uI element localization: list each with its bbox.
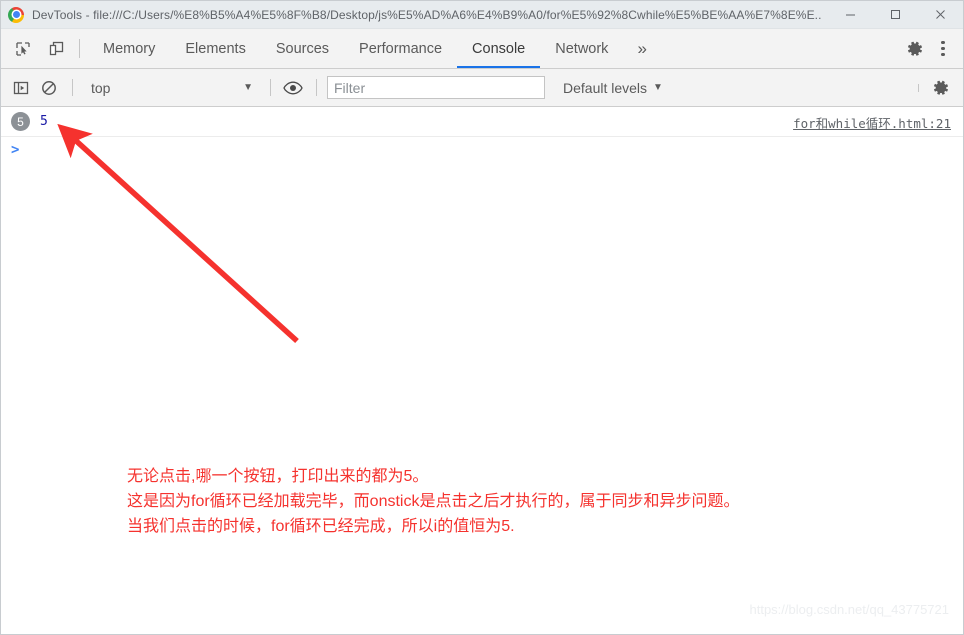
annotation-arrow-overlay bbox=[57, 123, 299, 344]
live-expressions-eye-icon[interactable] bbox=[279, 74, 307, 102]
tab-memory[interactable]: Memory bbox=[88, 29, 170, 68]
tab-label: Network bbox=[555, 40, 609, 57]
minimize-button[interactable] bbox=[828, 1, 873, 28]
window-controls bbox=[828, 1, 963, 28]
inspect-element-icon[interactable] bbox=[9, 35, 37, 63]
execution-context-select[interactable]: top ▼ bbox=[81, 76, 261, 100]
tab-label: Memory bbox=[103, 40, 156, 57]
console-toolbar-divider-4 bbox=[918, 83, 919, 92]
tab-performance[interactable]: Performance bbox=[344, 29, 457, 68]
clear-console-icon[interactable] bbox=[35, 74, 63, 102]
toolbar-divider bbox=[79, 39, 80, 58]
console-settings-gear-icon[interactable] bbox=[927, 74, 955, 102]
filter-placeholder: Filter bbox=[334, 79, 366, 96]
prompt-caret-icon: > bbox=[11, 142, 20, 158]
annotation-text-block: 无论点击,哪一个按钮，打印出来的都为5。 这是因为for循环已经加载完毕，而on… bbox=[127, 464, 739, 539]
tab-label: Elements bbox=[185, 40, 246, 57]
log-levels-label: Default levels bbox=[563, 79, 648, 96]
console-message-value: 5 bbox=[40, 114, 48, 129]
kebab-dots bbox=[941, 40, 945, 57]
annotation-line-3: 当我们点击的时候，for循环已经完成，所以i的值恒为5. bbox=[127, 518, 515, 535]
gear-icon[interactable] bbox=[901, 35, 929, 63]
chevron-down-icon: ▼ bbox=[653, 81, 663, 93]
chevron-down-icon: ▼ bbox=[243, 81, 253, 93]
sidebar-toggle-icon[interactable] bbox=[7, 74, 35, 102]
console-toolbar-divider-3 bbox=[316, 79, 317, 96]
tab-elements[interactable]: Elements bbox=[170, 29, 260, 68]
more-tabs-chevron-icon[interactable]: » bbox=[623, 29, 660, 68]
title-bar: DevTools - file:///C:/Users/%E8%B5%A4%E5… bbox=[1, 1, 963, 29]
tab-label: Performance bbox=[359, 40, 443, 57]
console-toolbar-actions bbox=[909, 74, 963, 102]
console-prompt-row[interactable]: > bbox=[1, 137, 963, 163]
tab-console[interactable]: Console bbox=[457, 29, 541, 68]
watermark-text: https://blog.csdn.net/qq_43775721 bbox=[749, 602, 950, 617]
console-toolbar-divider-2 bbox=[270, 79, 271, 96]
repeat-count-badge: 5 bbox=[11, 112, 30, 131]
devtools-window: DevTools - file:///C:/Users/%E8%B5%A4%E5… bbox=[0, 0, 964, 635]
console-message-row[interactable]: 5 5 for和while循环.html:21 bbox=[1, 107, 963, 137]
annotation-line-2: 这是因为for循环已经加载完毕，而onstick是点击之后才执行的，属于同步和异… bbox=[127, 493, 740, 510]
kebab-menu-icon[interactable] bbox=[929, 35, 957, 63]
execution-context-value: top bbox=[91, 79, 111, 96]
tabbar-actions bbox=[901, 29, 963, 68]
window-title: DevTools - file:///C:/Users/%E8%B5%A4%E5… bbox=[32, 7, 822, 22]
console-message-area[interactable]: 5 5 for和while循环.html:21 > 无论点击,哪一个按钮，打印出… bbox=[1, 107, 963, 623]
devtools-tab-bar: Memory Elements Sources Performance Cons… bbox=[1, 29, 963, 69]
annotation-line-1: 无论点击,哪一个按钮，打印出来的都为5。 bbox=[127, 468, 429, 485]
chrome-logo-icon bbox=[8, 6, 24, 23]
console-message-source-link[interactable]: for和while循环.html:21 bbox=[793, 113, 951, 132]
device-toolbar-icon[interactable] bbox=[42, 35, 70, 63]
console-toolbar-divider-1 bbox=[72, 79, 73, 96]
tab-label: Console bbox=[472, 40, 526, 57]
panel-tabs: Memory Elements Sources Performance Cons… bbox=[88, 29, 901, 68]
tab-sources[interactable]: Sources bbox=[261, 29, 344, 68]
tool-icons-group bbox=[1, 29, 70, 68]
tab-network[interactable]: Network bbox=[540, 29, 623, 68]
close-button[interactable] bbox=[918, 1, 963, 28]
log-levels-select[interactable]: Default levels ▼ bbox=[563, 80, 663, 96]
filter-input[interactable]: Filter bbox=[327, 76, 545, 99]
maximize-button[interactable] bbox=[873, 1, 918, 28]
console-toolbar: top ▼ Filter Default levels ▼ bbox=[1, 69, 963, 107]
tab-label: Sources bbox=[275, 40, 330, 57]
